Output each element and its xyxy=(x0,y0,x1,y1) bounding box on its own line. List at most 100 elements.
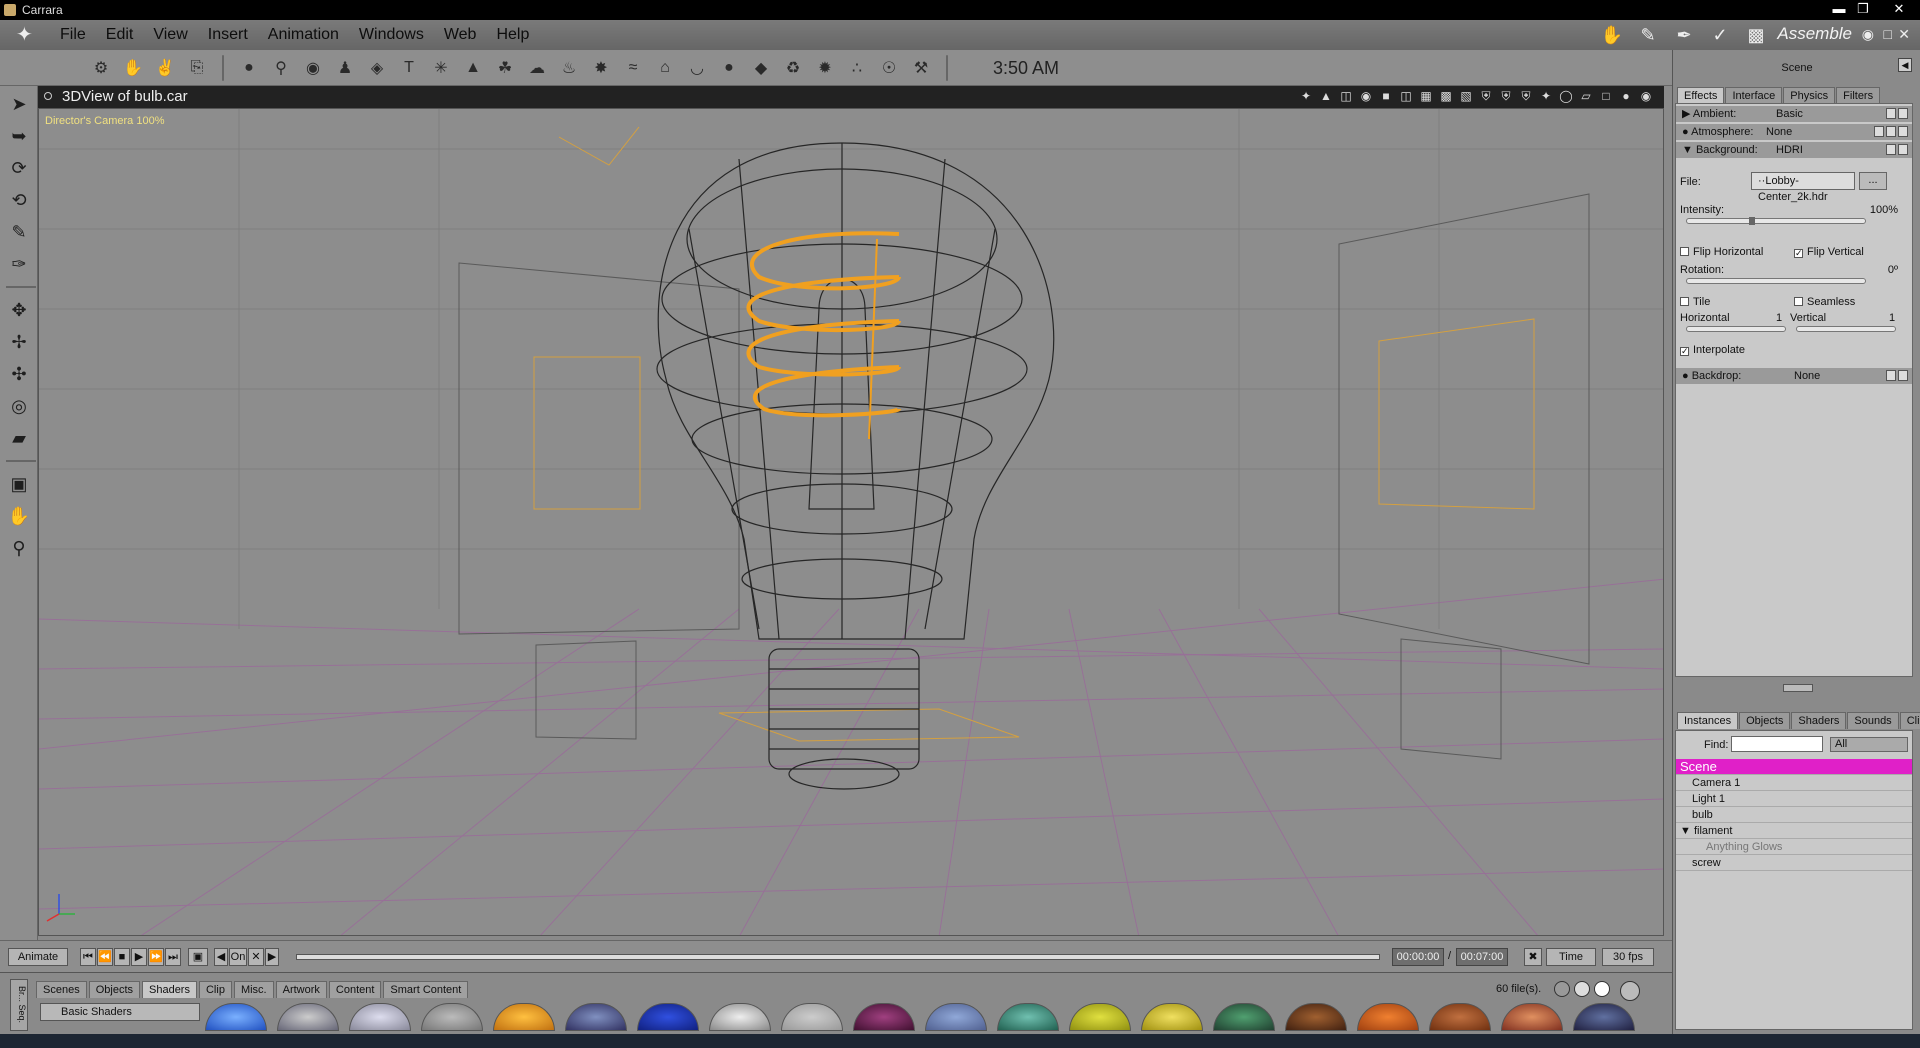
move-plane-icon[interactable]: ✢ xyxy=(4,328,34,356)
shader-swatch[interactable] xyxy=(1357,1003,1419,1031)
shader-swatch[interactable] xyxy=(781,1003,843,1031)
atmosphere-row[interactable]: ● Atmosphere: None xyxy=(1676,124,1912,140)
tab-physics[interactable]: Physics xyxy=(1783,87,1836,104)
vertex-icon[interactable]: ◈ xyxy=(364,55,390,81)
find-filter-select[interactable]: All xyxy=(1830,737,1908,752)
copy-icon[interactable] xyxy=(1886,144,1896,155)
shield-2-icon[interactable]: ⛨ xyxy=(1498,88,1514,104)
shader-swatch[interactable] xyxy=(1501,1003,1563,1031)
backdrop-value[interactable]: None xyxy=(1794,368,1820,384)
fps-select[interactable]: 30 fps xyxy=(1602,948,1654,966)
light-toggle-icon[interactable]: ▲ xyxy=(1318,88,1334,104)
explode-icon[interactable]: ✸ xyxy=(588,55,614,81)
vertical-slider[interactable] xyxy=(1796,326,1896,332)
menu-file[interactable]: File xyxy=(50,26,96,44)
view-large-icon[interactable] xyxy=(1594,981,1610,997)
wrench-icon[interactable]: ⚒ xyxy=(908,55,934,81)
shader-swatch[interactable] xyxy=(1213,1003,1275,1031)
intensity-slider[interactable] xyxy=(1686,217,1866,225)
tab-objects-list[interactable]: Objects xyxy=(1739,712,1791,729)
crowd-icon[interactable]: ∴ xyxy=(844,55,870,81)
bones-icon[interactable]: ✌ xyxy=(152,55,178,81)
tab-clip[interactable]: Clip xyxy=(198,981,232,998)
rotation-slider[interactable] xyxy=(1686,278,1866,284)
rewind-icon[interactable]: ⏪ xyxy=(97,948,113,966)
move-tool-icon[interactable]: ✥ xyxy=(4,296,34,324)
paste-icon[interactable] xyxy=(1898,144,1908,155)
collapse-arrow-icon[interactable]: ▼ xyxy=(1682,144,1693,156)
shader-swatch[interactable] xyxy=(709,1003,771,1031)
vase-icon[interactable]: ♻ xyxy=(780,55,806,81)
tree-item-filament[interactable]: ▼ filament xyxy=(1676,823,1912,839)
restore-icon[interactable]: ❐ xyxy=(1852,1,1874,17)
render-sphere-icon[interactable]: ◉ xyxy=(1638,88,1654,104)
minimize-icon[interactable]: ▬ xyxy=(1828,1,1850,17)
shader-swatch[interactable] xyxy=(205,1003,267,1031)
tab-artwork[interactable]: Artwork xyxy=(275,981,327,998)
texture-room-icon[interactable]: ✓ xyxy=(1706,24,1734,46)
tree-item-scene[interactable]: Scene xyxy=(1676,759,1912,775)
tab-shaders-list[interactable]: Shaders xyxy=(1791,712,1847,729)
delete-key-icon[interactable]: ✕ xyxy=(248,948,264,966)
time-scrubber[interactable] xyxy=(296,954,1380,960)
grid-view-icon[interactable]: ▩ xyxy=(1438,88,1454,104)
pan-hand-icon[interactable]: ✋ xyxy=(4,502,34,530)
ambient-row[interactable]: ▶ Ambient: Basic xyxy=(1676,106,1912,122)
shader-swatch[interactable] xyxy=(277,1003,339,1031)
tab-instances[interactable]: Instances xyxy=(1677,712,1739,729)
tree-item-screw[interactable]: screw xyxy=(1676,855,1912,871)
select-tool-icon[interactable]: ➤ xyxy=(4,90,34,118)
stop-icon[interactable]: ■ xyxy=(114,948,130,966)
rotate-3d-icon[interactable]: ⟲ xyxy=(4,186,34,214)
find-input[interactable] xyxy=(1731,736,1823,752)
spotlight-icon[interactable]: ⚲ xyxy=(268,55,294,81)
background-row[interactable]: ▼ Background: HDRI xyxy=(1676,142,1912,158)
expand-arrow-icon[interactable]: ▼ xyxy=(1680,825,1694,837)
close-doc-icon[interactable]: ✕ xyxy=(1898,26,1910,43)
agi-icon[interactable]: ≈ xyxy=(620,55,646,81)
end-time-field[interactable]: 00:07:00 xyxy=(1456,948,1508,966)
shader-swatch[interactable] xyxy=(493,1003,555,1031)
storyboard-room-icon[interactable]: ✒ xyxy=(1670,24,1698,46)
figure-icon[interactable]: ♟ xyxy=(332,55,358,81)
interpolate-checkbox[interactable]: ✓ Interpolate xyxy=(1680,344,1745,356)
particles-icon[interactable]: ✳ xyxy=(428,55,454,81)
next-key-icon[interactable]: ▶ xyxy=(265,948,279,966)
menu-view[interactable]: View xyxy=(143,26,197,44)
layout-view-icon[interactable]: ▧ xyxy=(1458,88,1474,104)
shader-swatch[interactable] xyxy=(1285,1003,1347,1031)
text-icon[interactable]: T xyxy=(396,55,422,81)
flip-vertical-checkbox[interactable]: ✓ Flip Vertical xyxy=(1794,246,1864,258)
tab-sounds[interactable]: Sounds xyxy=(1847,712,1899,729)
tab-objects[interactable]: Objects xyxy=(88,981,140,998)
copy-icon[interactable] xyxy=(1886,370,1896,381)
eyedropper-icon[interactable]: ✑ xyxy=(4,250,34,278)
hdri-file-field[interactable]: ··Lobby-Center_2k.hdr xyxy=(1751,172,1855,203)
camera-view-icon[interactable]: ◫ xyxy=(1338,88,1354,104)
eye-icon[interactable]: ◉ xyxy=(1862,26,1874,43)
menu-windows[interactable]: Windows xyxy=(349,26,434,44)
seamless-checkbox[interactable]: Seamless xyxy=(1794,296,1855,308)
backdrop-row[interactable]: ● Backdrop: None xyxy=(1676,368,1912,384)
shader-swatch[interactable] xyxy=(637,1003,699,1031)
copy-icon[interactable] xyxy=(1886,108,1896,119)
render-room-icon[interactable]: ▩ xyxy=(1742,24,1770,46)
bowl-icon[interactable]: ◡ xyxy=(684,55,710,81)
restore-doc-icon[interactable]: □ xyxy=(1884,26,1892,42)
direct-select-icon[interactable]: ➥ xyxy=(4,122,34,150)
menu-help[interactable]: Help xyxy=(486,26,539,44)
background-value[interactable]: HDRI xyxy=(1776,142,1803,158)
flip-horizontal-checkbox[interactable]: Flip Horizontal xyxy=(1680,246,1763,258)
tile-checkbox[interactable]: Tile xyxy=(1680,296,1710,308)
shader-swatch[interactable] xyxy=(925,1003,987,1031)
fire-icon[interactable]: ♨ xyxy=(556,55,582,81)
zoom-icon[interactable]: ⚲ xyxy=(4,534,34,562)
loop-icon[interactable]: ▣ xyxy=(188,948,208,966)
menu-insert[interactable]: Insert xyxy=(198,26,258,44)
expand-arrow-icon[interactable]: ▶ xyxy=(1682,108,1690,120)
menu-animation[interactable]: Animation xyxy=(258,26,349,44)
tab-misc[interactable]: Misc. xyxy=(233,981,274,998)
cloud-icon[interactable]: ☁ xyxy=(524,55,550,81)
camera-icon[interactable]: ▣ xyxy=(4,470,34,498)
hand-icon[interactable]: ✋ xyxy=(120,55,146,81)
